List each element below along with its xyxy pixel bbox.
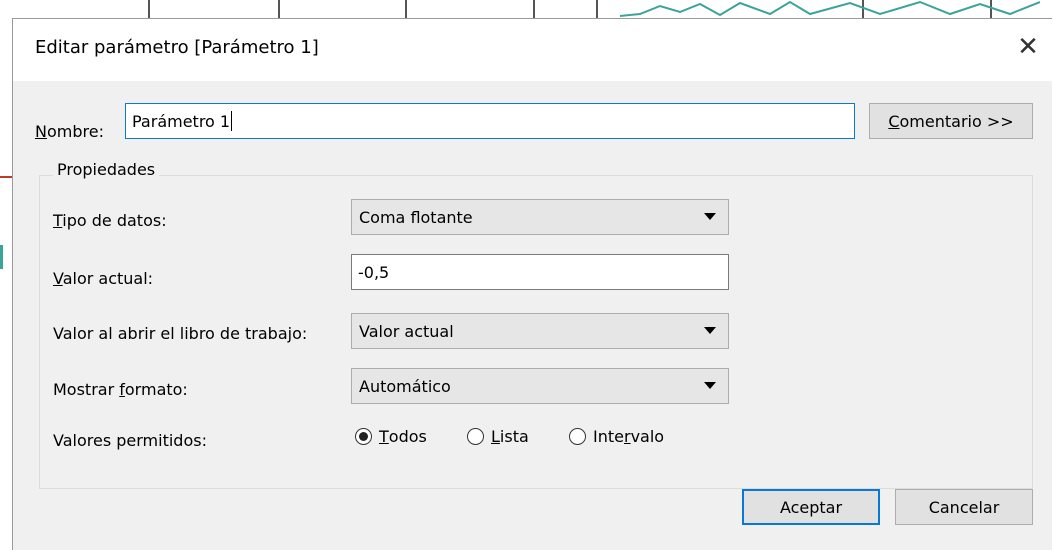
comment-button[interactable]: Comentario >> <box>869 103 1033 139</box>
radio-unselected-icon <box>569 428 586 445</box>
chevron-down-icon <box>704 382 716 389</box>
ok-button[interactable]: Aceptar <box>742 489 880 525</box>
on-open-label: Valor al abrir el libro de trabajo: <box>53 324 308 343</box>
radio-unselected-icon <box>467 428 484 445</box>
grid-line <box>596 0 598 18</box>
radio-list[interactable]: Lista <box>467 427 529 446</box>
grid-line <box>405 0 407 18</box>
edit-parameter-dialog: Editar parámetro [Parámetro 1] ✕ Nombre:… <box>12 18 1052 550</box>
dialog-titlebar: Editar parámetro [Parámetro 1] ✕ <box>13 19 1052 81</box>
radio-range[interactable]: Inte r valo <box>569 427 664 446</box>
close-icon[interactable]: ✕ <box>1010 29 1046 65</box>
current-value-input[interactable]: -0,5 <box>351 254 729 290</box>
data-type-label: Tipo de datos: <box>53 211 167 230</box>
on-open-select[interactable]: Valor actual <box>351 313 729 349</box>
display-format-select[interactable]: Automático <box>351 368 729 404</box>
dialog-title: Editar parámetro [Parámetro 1] <box>35 37 319 58</box>
text-caret <box>231 111 233 131</box>
grid-line <box>533 0 535 18</box>
current-value-label: Valor actual: <box>53 269 154 288</box>
cancel-button[interactable]: Cancelar <box>895 489 1033 525</box>
name-input[interactable]: Parámetro 1 <box>125 103 855 139</box>
display-format-label: Mostrar formato: <box>53 380 188 399</box>
grid-line <box>148 0 150 18</box>
data-type-select[interactable]: Coma flotante <box>351 199 729 235</box>
background-chart-line <box>620 0 1040 17</box>
chevron-down-icon <box>704 327 716 334</box>
allowed-values-label: Valores permitidos: <box>53 431 207 450</box>
radio-selected-icon <box>355 428 372 445</box>
background-reference-mark <box>0 176 12 178</box>
grid-line <box>278 0 280 18</box>
name-label: Nombre: <box>35 122 104 141</box>
chevron-down-icon <box>704 213 716 220</box>
radio-all[interactable]: Todos <box>355 427 427 446</box>
properties-group-label: Propiedades <box>53 160 160 179</box>
